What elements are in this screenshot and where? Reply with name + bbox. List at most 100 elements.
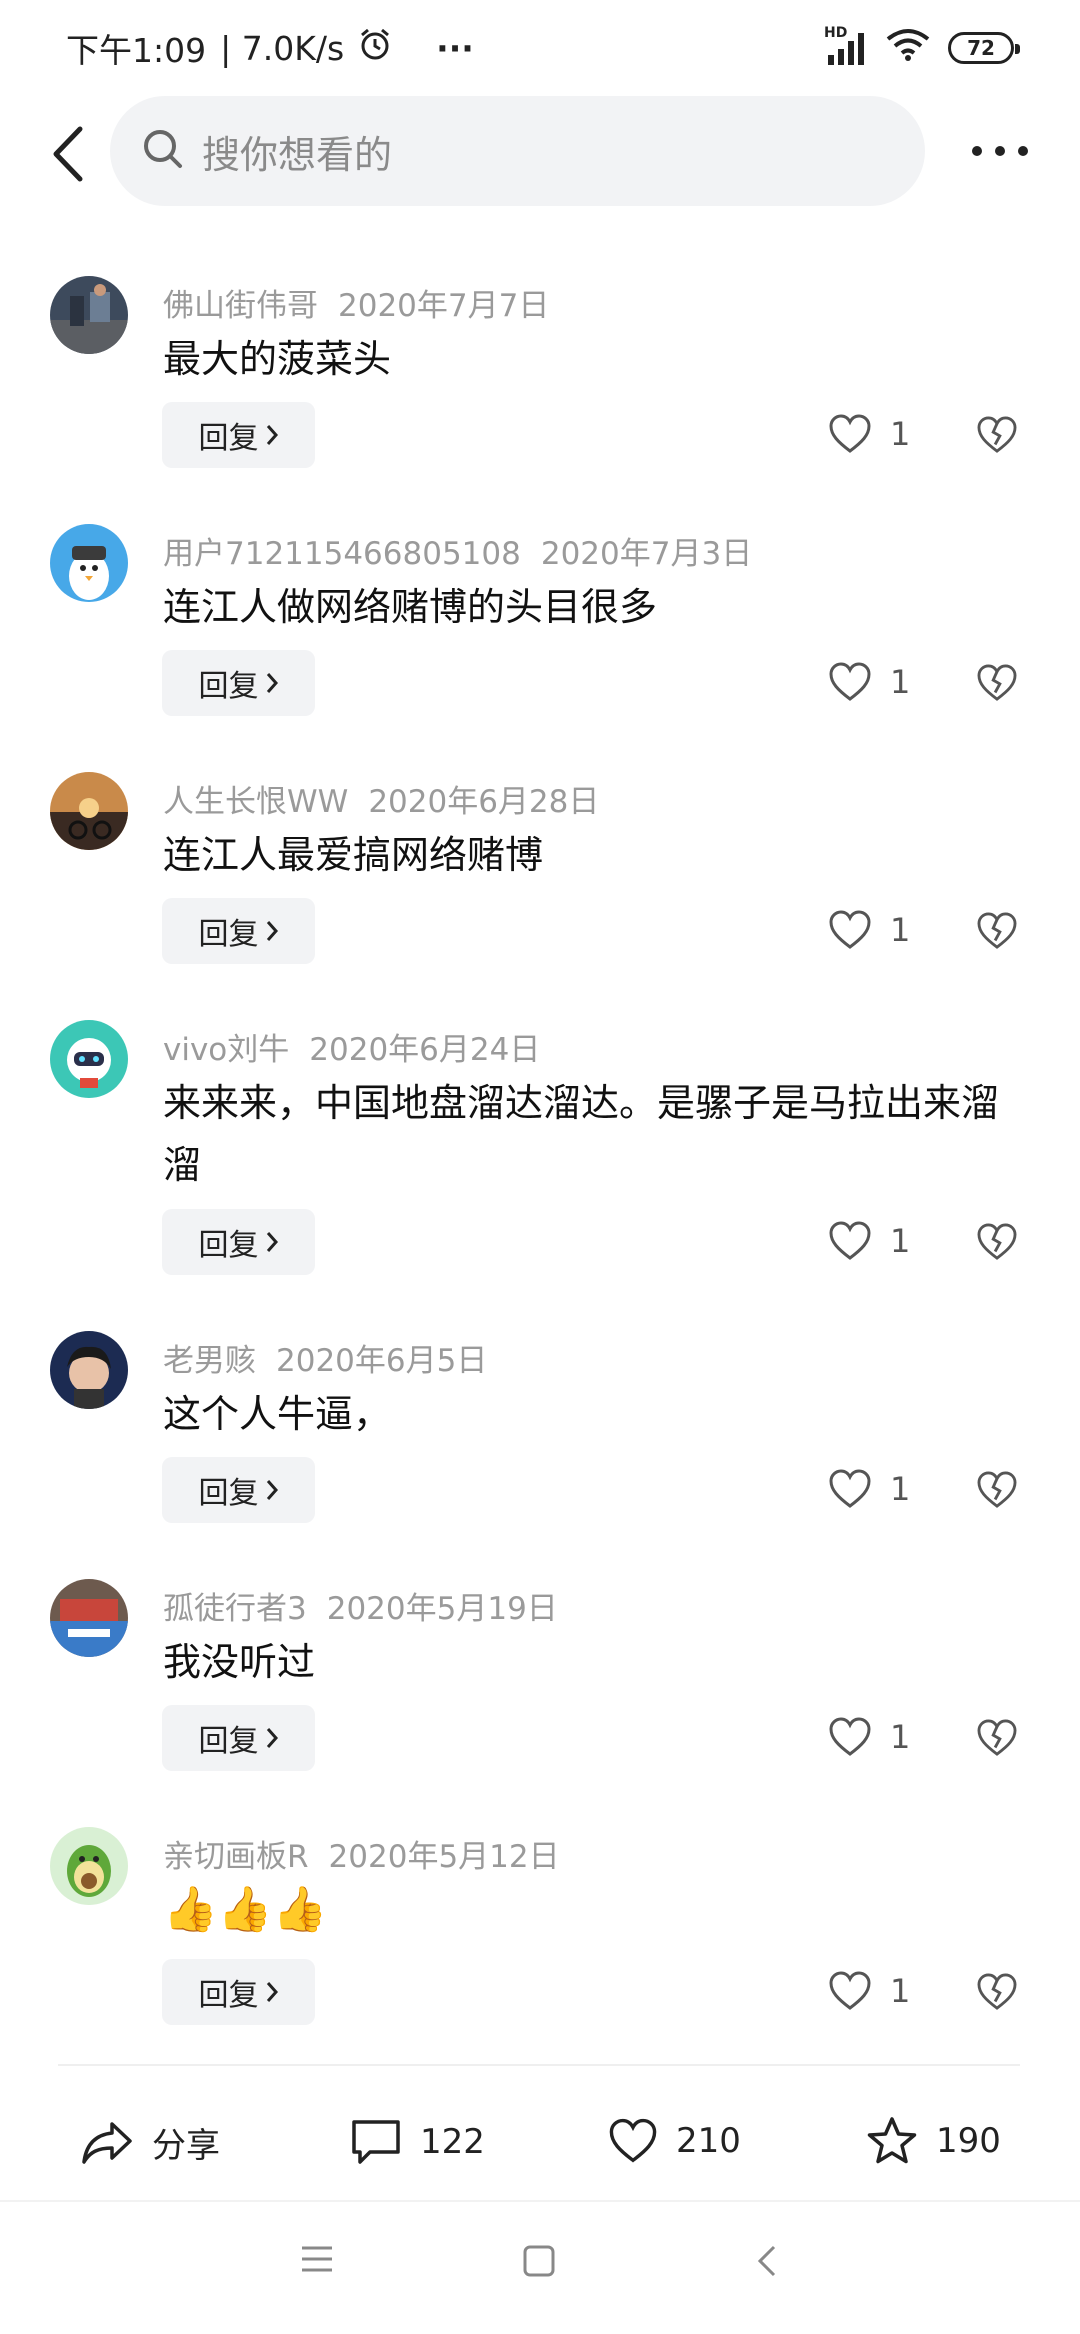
dislike-button[interactable] xyxy=(976,664,1018,706)
reply-label: 回复 xyxy=(198,421,259,456)
reply-button[interactable]: 回复 xyxy=(162,402,315,468)
system-back-button[interactable] xyxy=(756,2244,778,2282)
like-count: 1 xyxy=(890,1222,911,1260)
like-count: 1 xyxy=(890,1718,911,1756)
reply-label: 回复 xyxy=(198,1476,259,1511)
menu-icon xyxy=(302,2246,332,2272)
avatar[interactable] xyxy=(50,524,128,602)
chevron-right-icon xyxy=(266,921,278,941)
broken-heart-icon xyxy=(977,1223,1017,1260)
comment-username[interactable]: 用户712115466805108 xyxy=(163,536,521,572)
like-count: 1 xyxy=(890,1470,911,1508)
divider xyxy=(58,2064,1020,2066)
like-button[interactable]: 1 xyxy=(828,1221,910,1261)
comment-date: 2020年6月24日 xyxy=(309,1032,541,1068)
like-button[interactable]: 1 xyxy=(828,414,910,454)
comment-username[interactable]: 亲切画板R xyxy=(163,1839,309,1875)
chevron-right-icon xyxy=(266,1480,278,1500)
more-options-button[interactable] xyxy=(960,126,1040,176)
comment-username[interactable]: 佛山街伟哥 xyxy=(163,288,318,324)
comment-username[interactable]: vivo刘牛 xyxy=(163,1032,289,1068)
battery-indicator: 72 xyxy=(948,32,1020,64)
dislike-button[interactable] xyxy=(976,416,1018,458)
status-bar: 下午1:09 | 7.0K/s ··· HD 72 xyxy=(0,0,1080,96)
comment-text: 来来来，中国地盘溜达溜达。是骡子是马拉出来溜溜 xyxy=(163,1081,1000,1187)
comment-item: 用户712115466805108 2020年7月3日 连江人做网络赌博的头目很多… xyxy=(0,508,1080,756)
comment-item: vivo刘牛 2020年6月24日 来来来，中国地盘溜达溜达。是骡子是马拉出来溜溜… xyxy=(0,1004,1080,1315)
like-button[interactable]: 1 xyxy=(828,662,910,702)
like-button[interactable]: 1 xyxy=(828,1717,910,1757)
wifi-icon xyxy=(886,27,930,69)
like-count: 1 xyxy=(890,911,911,949)
search-placeholder: 搜你想看的 xyxy=(202,132,393,177)
back-button[interactable] xyxy=(40,122,96,186)
dislike-button[interactable] xyxy=(976,1471,1018,1513)
home-square-icon xyxy=(523,2245,555,2277)
heart-icon xyxy=(829,662,871,701)
like-button[interactable]: 1 xyxy=(828,1971,910,2011)
search-icon xyxy=(142,128,184,174)
comment-icon xyxy=(352,2120,400,2164)
reply-button[interactable]: 回复 xyxy=(162,1209,315,1275)
dislike-button[interactable] xyxy=(976,1223,1018,1265)
share-button[interactable]: 分享 xyxy=(80,2118,220,2167)
search-header: 搜你想看的 xyxy=(0,96,1080,212)
like-count: 1 xyxy=(890,663,911,701)
broken-heart-icon xyxy=(977,664,1017,701)
back-arrow-icon xyxy=(53,126,83,182)
like-button[interactable]: 1 xyxy=(828,910,910,950)
reply-label: 回复 xyxy=(198,1228,259,1263)
comment-username[interactable]: 人生长恨WW xyxy=(163,784,348,820)
star-icon xyxy=(867,2117,917,2164)
status-time: 下午1:09 xyxy=(66,31,207,70)
dislike-button[interactable] xyxy=(976,1973,1018,2015)
avatar[interactable] xyxy=(50,276,128,354)
broken-heart-icon xyxy=(977,912,1017,949)
comment-text: 连江人做网络赌博的头目很多 xyxy=(163,585,658,629)
dislike-button[interactable] xyxy=(976,912,1018,954)
comment-item: 孤徒行者3 2020年5月19日 我没听过 回复 1 xyxy=(0,1563,1080,1811)
reply-button[interactable]: 回复 xyxy=(162,1705,315,1771)
comment-username[interactable]: 老男赅 xyxy=(163,1343,256,1379)
broken-heart-icon xyxy=(977,1471,1017,1508)
heart-icon xyxy=(829,1469,871,1508)
comment-button[interactable]: 122 xyxy=(350,2118,485,2166)
reply-button[interactable]: 回复 xyxy=(162,898,315,964)
avatar[interactable] xyxy=(50,1020,128,1098)
home-button[interactable] xyxy=(522,2244,556,2282)
dislike-button[interactable] xyxy=(976,1719,1018,1761)
signal-icon: HD xyxy=(824,25,868,65)
broken-heart-icon xyxy=(977,1719,1017,1756)
comment-text: 👍👍👍 xyxy=(163,1884,328,1935)
like-count: 1 xyxy=(890,1972,911,2010)
favorite-button[interactable]: 190 xyxy=(866,2116,1001,2166)
action-bar: 分享 122 210 190 xyxy=(0,2082,1080,2202)
like-button[interactable]: 1 xyxy=(828,1469,910,1509)
comment-date: 2020年7月7日 xyxy=(338,288,550,324)
like-post-button[interactable]: 210 xyxy=(608,2118,741,2164)
chevron-right-icon xyxy=(266,673,278,693)
comment-username[interactable]: 孤徒行者3 xyxy=(163,1591,307,1627)
share-icon xyxy=(82,2121,132,2164)
search-input[interactable]: 搜你想看的 xyxy=(110,96,925,206)
avatar[interactable] xyxy=(50,1331,128,1409)
favorite-count: 190 xyxy=(936,2121,1001,2161)
like-post-count: 210 xyxy=(676,2121,741,2161)
heart-icon xyxy=(829,910,871,949)
comment-text: 连江人最爱搞网络赌博 xyxy=(163,833,544,877)
chevron-right-icon xyxy=(266,425,278,445)
avatar[interactable] xyxy=(50,1579,128,1657)
reply-label: 回复 xyxy=(198,669,259,704)
avatar[interactable] xyxy=(50,1827,128,1905)
comment-item: 佛山街伟哥 2020年7月7日 最大的菠菜头 回复 1 xyxy=(0,260,1080,508)
avatar[interactable] xyxy=(50,772,128,850)
comment-date: 2020年6月28日 xyxy=(368,784,600,820)
reply-button[interactable]: 回复 xyxy=(162,1959,315,2025)
share-label: 分享 xyxy=(152,2126,220,2166)
reply-button[interactable]: 回复 xyxy=(162,1457,315,1523)
broken-heart-icon xyxy=(977,1973,1017,2010)
chevron-right-icon xyxy=(266,1232,278,1252)
comment-date: 2020年6月5日 xyxy=(276,1343,488,1379)
reply-button[interactable]: 回复 xyxy=(162,650,315,716)
menu-button[interactable] xyxy=(300,2244,334,2278)
